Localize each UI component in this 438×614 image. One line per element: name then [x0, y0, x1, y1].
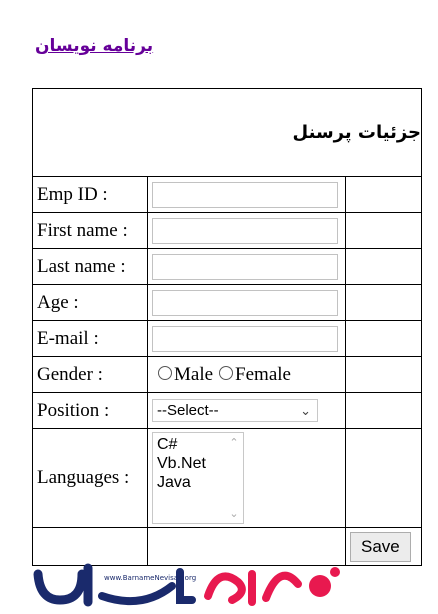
gender-label: Gender : [32, 356, 148, 393]
first-name-label: First name : [32, 212, 148, 249]
last-name-input[interactable] [152, 253, 338, 280]
last-name-label: Last name : [32, 248, 148, 285]
gender-male-option[interactable]: Male [158, 364, 213, 386]
male-radio[interactable] [158, 365, 172, 380]
age-input[interactable] [152, 289, 338, 316]
barnamenevisan-logo: www.BarnameNevisan.org [33, 563, 340, 607]
gender-female-option[interactable]: Female [219, 364, 291, 386]
age-label: Age : [32, 284, 148, 321]
email-label: E-mail : [32, 320, 148, 357]
chevron-up-icon: ⌃ [229, 437, 239, 449]
female-radio[interactable] [219, 365, 234, 380]
languages-listbox[interactable]: C# Vb.Net Java ⌃ ⌄ [152, 432, 244, 524]
languages-label: Languages : [32, 428, 148, 528]
position-select[interactable]: --Select-- ⌄ [152, 399, 318, 422]
emp-id-label: Emp ID : [32, 176, 148, 213]
logo-mark [33, 563, 340, 607]
chevron-down-icon: ⌄ [300, 402, 311, 418]
employee-form: جزئیات پرسنل Emp ID : First name : Last … [32, 88, 422, 566]
site-link[interactable]: برنامه نویسان [35, 36, 153, 56]
emp-id-input[interactable] [152, 181, 338, 208]
chevron-down-icon: ⌄ [229, 508, 239, 520]
form-title: جزئیات پرسنل [32, 88, 422, 177]
gender-radio-group: Male Female [152, 364, 345, 386]
position-label: Position : [32, 392, 148, 429]
listbox-scrollbar[interactable]: ⌃ ⌄ [225, 433, 243, 523]
first-name-input[interactable] [152, 217, 338, 244]
email-input[interactable] [152, 325, 338, 352]
save-button[interactable]: Save [350, 531, 411, 562]
logo-url: www.BarnameNevisan.org [104, 574, 196, 582]
